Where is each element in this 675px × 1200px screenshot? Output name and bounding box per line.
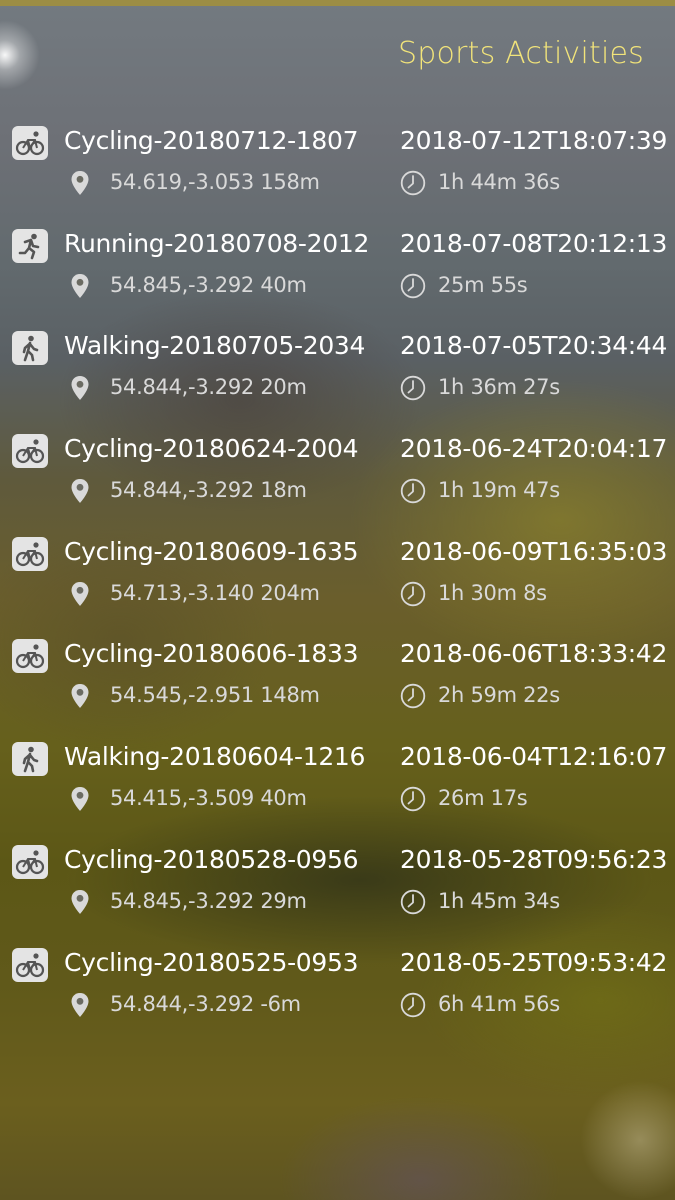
activity-datetime: 2018-05-28T09:56:23	[400, 844, 668, 874]
walking-icon	[12, 331, 48, 366]
activity-duration: 26m 17s	[438, 786, 528, 811]
clock-icon	[400, 889, 426, 915]
location-pin-icon	[71, 376, 89, 401]
activity-list-item[interactable]: Cycling-20180525-0953 2018-05-25T09:53:4…	[0, 940, 675, 1043]
clock-icon	[400, 376, 426, 401]
activity-name: Walking-20180705-2034	[64, 331, 366, 361]
activity-location: 54.844,-3.292 20m	[110, 375, 307, 400]
activity-datetime: 2018-05-25T09:53:42	[400, 947, 668, 977]
activity-duration: 1h 30m 8s	[438, 580, 547, 605]
activity-name: Walking-20180604-1216	[64, 742, 366, 772]
activity-datetime: 2018-07-08T20:12:13	[400, 228, 668, 258]
activity-list-item[interactable]: Walking-20180604-1216 2018-06-04T12:16:0…	[0, 734, 675, 837]
clock-icon	[400, 170, 426, 196]
activity-duration: 1h 44m 36s	[438, 170, 560, 194]
location-pin-icon	[71, 581, 89, 606]
activity-list-item[interactable]: Cycling-20180624-2004 2018-06-24T20:04:1…	[0, 426, 675, 529]
clock-icon	[400, 684, 426, 709]
bicycle-icon	[12, 639, 48, 674]
clock-icon	[400, 581, 426, 606]
activity-datetime: 2018-06-06T18:33:42	[400, 639, 668, 669]
activity-location: 54.713,-3.140 204m	[110, 580, 320, 605]
activity-datetime: 2018-06-04T12:16:07	[400, 742, 668, 772]
activity-list-item[interactable]: Walking-20180705-2034 2018-07-05T20:34:4…	[0, 323, 675, 426]
activity-name: Cycling-20180525-0953	[64, 947, 359, 977]
activity-datetime: 2018-06-24T20:04:17	[400, 434, 668, 464]
activity-list[interactable]: Cycling-20180712-1807 2018-07-12T18:07:3…	[0, 118, 675, 1042]
activity-duration: 1h 45m 34s	[438, 888, 560, 913]
activity-duration: 2h 59m 22s	[438, 683, 560, 708]
page-title: Sports Activities	[398, 36, 644, 71]
activity-datetime: 2018-07-12T18:07:39	[400, 126, 668, 155]
activity-location: 54.619,-3.053 158m	[110, 170, 320, 194]
activity-datetime: 2018-07-05T20:34:44	[400, 331, 668, 361]
activity-location: 54.845,-3.292 29m	[110, 888, 307, 913]
activity-name: Running-20180708-2012	[64, 228, 370, 258]
activity-location: 54.415,-3.509 40m	[110, 786, 307, 811]
activity-duration: 1h 36m 27s	[438, 375, 560, 400]
pulley-glow-indicator	[0, 20, 40, 90]
location-pin-icon	[71, 273, 89, 298]
activity-list-item[interactable]: Cycling-20180606-1833 2018-06-06T18:33:4…	[0, 631, 675, 734]
activity-datetime: 2018-06-09T16:35:03	[400, 536, 668, 566]
activity-name: Cycling-20180712-1807	[64, 126, 359, 155]
top-accent-strip	[0, 0, 675, 6]
location-pin-icon	[71, 171, 89, 195]
location-pin-icon	[71, 479, 89, 504]
activity-list-item[interactable]: Cycling-20180712-1807 2018-07-12T18:07:3…	[0, 118, 675, 221]
activity-location: 54.844,-3.292 -6m	[110, 991, 301, 1016]
bicycle-icon	[12, 844, 48, 879]
activity-list-item[interactable]: Running-20180708-2012 2018-07-08T20:12:1…	[0, 221, 675, 324]
location-pin-icon	[71, 684, 89, 709]
clock-icon	[400, 786, 426, 812]
activity-duration: 1h 19m 47s	[438, 478, 560, 503]
location-pin-icon	[71, 787, 89, 812]
activity-location: 54.545,-2.951 148m	[110, 683, 320, 708]
activity-list-item[interactable]: Cycling-20180528-0956 2018-05-28T09:56:2…	[0, 837, 675, 940]
activity-duration: 25m 55s	[438, 272, 528, 297]
clock-icon	[400, 273, 426, 298]
location-pin-icon	[71, 992, 89, 1017]
activity-name: Cycling-20180609-1635	[64, 536, 359, 566]
bicycle-icon	[12, 434, 48, 469]
activity-location: 54.844,-3.292 18m	[110, 478, 307, 503]
running-icon	[12, 228, 48, 263]
corner-glow	[580, 1080, 675, 1200]
activity-name: Cycling-20180606-1833	[64, 639, 359, 669]
activity-name: Cycling-20180624-2004	[64, 434, 359, 464]
walking-icon	[12, 742, 48, 777]
bicycle-icon	[12, 536, 48, 571]
clock-icon	[400, 478, 426, 504]
bicycle-icon	[12, 126, 48, 160]
activity-name: Cycling-20180528-0956	[64, 844, 359, 874]
activity-location: 54.845,-3.292 40m	[110, 272, 307, 297]
bicycle-icon	[12, 947, 48, 982]
activity-list-item[interactable]: Cycling-20180609-1635 2018-06-09T16:35:0…	[0, 529, 675, 632]
clock-icon	[400, 992, 426, 1017]
activity-duration: 6h 41m 56s	[438, 991, 560, 1016]
location-pin-icon	[71, 889, 89, 914]
